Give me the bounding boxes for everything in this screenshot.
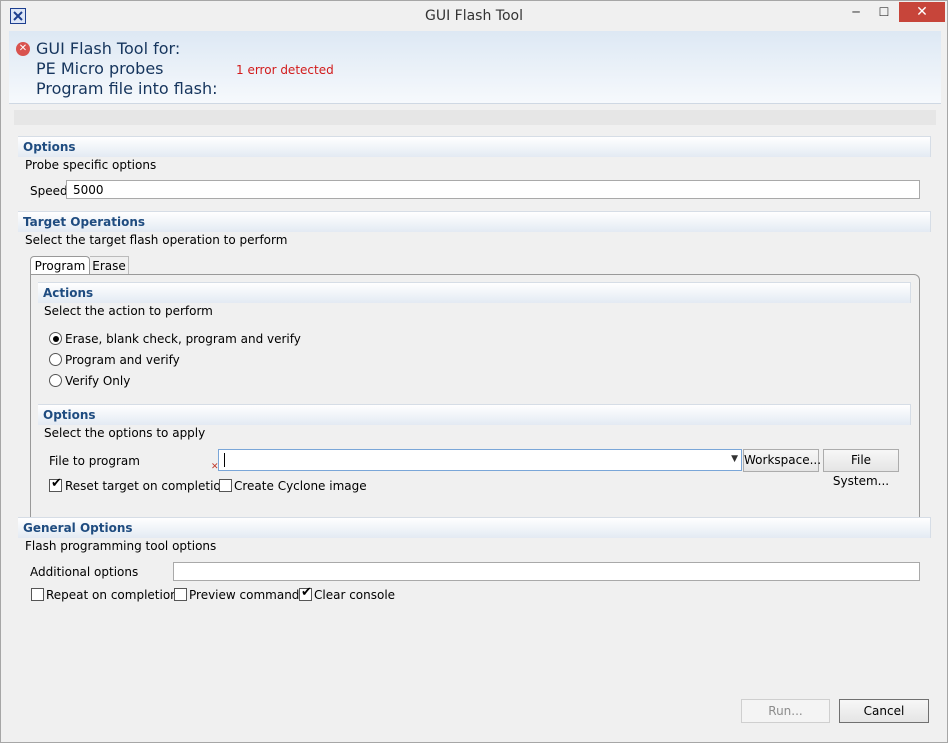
dialog-window: GUI Flash Tool ─ ☐ ✕ ✕ GUI Flash Tool fo… bbox=[0, 0, 948, 743]
checkmark-icon: ✔ bbox=[301, 585, 312, 600]
actions-section-description: Select the action to perform bbox=[44, 304, 213, 318]
speed-label: Speed bbox=[30, 184, 68, 198]
file-system-button[interactable]: File System... bbox=[823, 449, 899, 488]
run-button[interactable]: Run... bbox=[741, 699, 830, 723]
actions-section-header: Actions bbox=[38, 282, 911, 303]
cancel-button[interactable]: Cancel bbox=[839, 699, 929, 723]
header-probe: PE Micro probes bbox=[36, 59, 164, 78]
title-bar: GUI Flash Tool ─ ☐ ✕ bbox=[1, 1, 947, 31]
options-section-title: Options bbox=[23, 140, 76, 154]
speed-input[interactable]: 5000 bbox=[66, 180, 920, 199]
general-options-title: General Options bbox=[23, 521, 133, 535]
repeat-on-completion-checkbox[interactable] bbox=[31, 588, 44, 601]
reset-target-checkbox[interactable]: ✔ bbox=[49, 476, 62, 492]
radio-label-erase-blank-program-verify[interactable]: Erase, blank check, program and verify bbox=[65, 332, 301, 346]
window-title: GUI Flash Tool bbox=[424, 8, 523, 24]
options-section-description: Probe specific options bbox=[25, 158, 157, 172]
additional-options-input[interactable] bbox=[173, 562, 920, 581]
header-title: GUI Flash Tool for: bbox=[36, 39, 181, 58]
create-cyclone-label[interactable]: Create Cyclone image bbox=[234, 479, 367, 493]
dialog-content: Options Probe specific options Speed 500… bbox=[9, 104, 941, 686]
checkmark-icon: ✔ bbox=[51, 476, 62, 491]
radio-erase-blank-program-verify[interactable] bbox=[49, 332, 62, 345]
program-options-header: Options bbox=[38, 404, 911, 425]
repeat-on-completion-label[interactable]: Repeat on completion bbox=[46, 588, 178, 602]
clear-console-checkbox[interactable]: ✔ bbox=[299, 585, 312, 601]
radio-program-verify[interactable] bbox=[49, 353, 62, 366]
program-options-title: Options bbox=[43, 408, 96, 422]
additional-options-label: Additional options bbox=[30, 565, 139, 579]
error-icon: ✕ bbox=[16, 42, 30, 56]
general-options-description: Flash programming tool options bbox=[25, 539, 217, 553]
close-button[interactable]: ✕ bbox=[899, 2, 945, 22]
error-message: 1 error detected bbox=[236, 63, 334, 77]
preview-command-label[interactable]: Preview command bbox=[189, 588, 299, 602]
file-to-program-label: File to program bbox=[49, 454, 140, 468]
target-operations-header: Target Operations bbox=[18, 211, 931, 232]
target-operations-title: Target Operations bbox=[23, 215, 146, 229]
workspace-button[interactable]: Workspace... bbox=[743, 449, 821, 472]
target-operations-description: Select the target flash operation to per… bbox=[25, 233, 288, 247]
text-caret bbox=[224, 453, 225, 467]
general-options-header: General Options bbox=[18, 517, 931, 538]
radio-label-verify-only[interactable]: Verify Only bbox=[65, 374, 130, 388]
clear-console-label[interactable]: Clear console bbox=[314, 588, 395, 602]
dialog-header: ✕ GUI Flash Tool for: PE Micro probes Pr… bbox=[9, 31, 941, 104]
reset-target-label[interactable]: Reset target on completion bbox=[65, 479, 228, 493]
preview-command-checkbox[interactable] bbox=[174, 588, 187, 601]
maximize-button[interactable]: ☐ bbox=[871, 2, 897, 22]
header-action: Program file into flash: bbox=[36, 79, 218, 98]
create-cyclone-checkbox[interactable] bbox=[219, 479, 232, 492]
options-section-header: Options bbox=[18, 136, 931, 157]
minimize-button[interactable]: ─ bbox=[843, 2, 869, 22]
file-to-program-combo[interactable]: ▼ bbox=[218, 449, 742, 471]
tab-erase[interactable]: Erase bbox=[90, 256, 129, 275]
tab-program[interactable]: Program bbox=[30, 256, 90, 275]
program-options-description: Select the options to apply bbox=[44, 426, 206, 440]
actions-section-title: Actions bbox=[43, 286, 94, 300]
chevron-down-icon[interactable]: ▼ bbox=[731, 454, 738, 464]
radio-verify-only[interactable] bbox=[49, 374, 62, 387]
progress-bar bbox=[14, 110, 936, 125]
radio-label-program-verify[interactable]: Program and verify bbox=[65, 353, 180, 367]
